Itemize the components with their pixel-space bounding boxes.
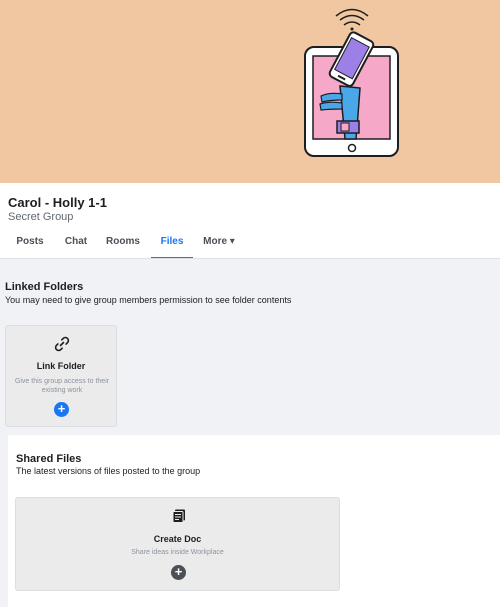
tab-more[interactable]: More ▾ [198, 227, 240, 259]
shared-files-description: The latest versions of files posted to t… [16, 466, 201, 476]
link-folder-plus-icon[interactable]: + [54, 402, 69, 417]
link-folder-title: Link Folder [36, 361, 86, 371]
create-doc-description: Share ideas inside Workplace [131, 549, 224, 556]
linked-folders-description: You may need to give group members permi… [5, 295, 292, 305]
linked-folders-heading: Linked Folders [5, 281, 84, 293]
group-name[interactable]: Carol - Holly 1-1 [8, 195, 107, 210]
link-folder-card[interactable]: Link Folder Give this group access to th… [5, 325, 117, 427]
link-folder-description: Give this group access to their existing… [14, 378, 110, 394]
group-cover-photo [0, 0, 500, 183]
tab-posts[interactable]: Posts [8, 227, 52, 259]
group-header: Carol - Holly 1-1 Secret Group Posts Cha… [0, 183, 500, 259]
group-privacy-label: Secret Group [8, 211, 74, 223]
tab-chat[interactable]: Chat [56, 227, 96, 259]
create-doc-plus-icon[interactable]: + [171, 565, 186, 580]
tab-files[interactable]: Files [151, 227, 193, 259]
shared-files-heading: Shared Files [16, 453, 82, 465]
tab-rooms[interactable]: Rooms [100, 227, 146, 259]
create-doc-card[interactable]: Create Doc Share ideas inside Workplace … [15, 497, 340, 591]
link-icon [53, 335, 71, 358]
shared-files-panel: Shared Files The latest versions of file… [8, 435, 500, 607]
create-doc-title: Create Doc [153, 534, 202, 544]
group-tab-bar: Posts Chat Rooms Files More ▾ [0, 227, 500, 259]
cover-illustration [304, 8, 399, 157]
tab-divider [0, 258, 500, 259]
document-icon [171, 508, 187, 529]
